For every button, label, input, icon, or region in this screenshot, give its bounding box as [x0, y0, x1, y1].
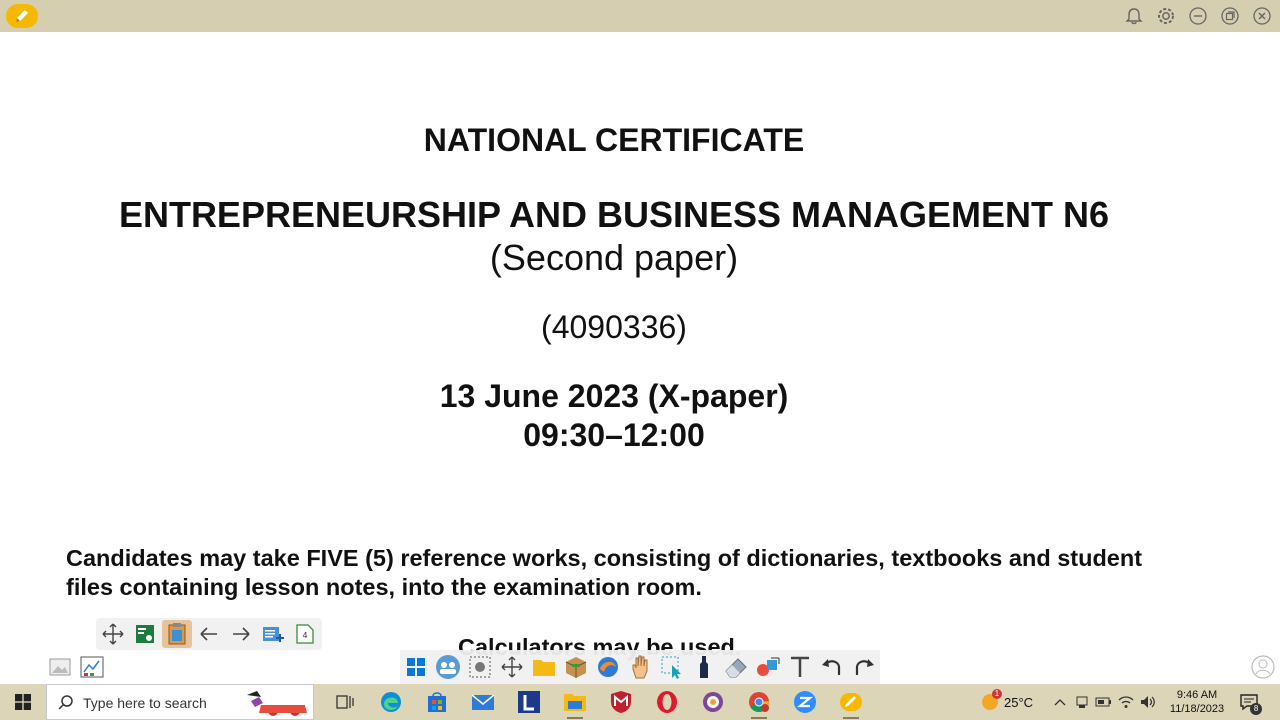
redo-icon[interactable] [848, 651, 880, 683]
taskbar-search-box[interactable]: Type here to search [46, 684, 314, 720]
page-number: 4 [302, 631, 307, 640]
select-icon[interactable] [656, 651, 688, 683]
certificate-heading: NATIONAL CERTIFICATE [423, 122, 805, 158]
paper-label: (Second paper) [489, 237, 739, 278]
chevron-up-icon[interactable] [1049, 684, 1071, 720]
chart-image-icon[interactable] [78, 654, 106, 680]
mcafee-icon[interactable] [598, 684, 644, 720]
store-icon[interactable] [414, 684, 460, 720]
start-button[interactable] [0, 684, 46, 720]
subject-title: ENTREPRENEURSHIP AND BUSINESS MANAGEMENT… [118, 194, 1110, 235]
drawing-toolbar [400, 650, 880, 684]
weather-temperature: 25°C [1004, 694, 1034, 710]
shapes-icon[interactable] [752, 651, 784, 683]
notification-count-badge: 8 [1250, 703, 1263, 715]
notification-center-icon[interactable]: 8 [1231, 684, 1267, 720]
task-view-icon[interactable] [322, 684, 368, 720]
search-highlight-icon [247, 691, 307, 716]
thumbnail-toolbar [46, 654, 106, 680]
zoom-icon[interactable] [782, 684, 828, 720]
text-tool-icon[interactable] [784, 651, 816, 683]
battery-icon[interactable] [1093, 684, 1115, 720]
file-explorer-icon[interactable] [552, 684, 598, 720]
add-page-icon[interactable] [258, 620, 288, 648]
search-placeholder: Type here to search [83, 695, 207, 711]
exam-time: 09:30–12:00 [523, 417, 705, 453]
page-number-icon[interactable]: 4 [290, 620, 320, 648]
pen-app-taskbar-icon[interactable] [828, 684, 874, 720]
floating-page-toolbar: 4 [96, 618, 322, 650]
paper-code: (4090336) [541, 309, 687, 345]
clipboard-icon[interactable] [162, 620, 192, 648]
l-app-icon[interactable] [506, 684, 552, 720]
search-icon [58, 695, 73, 710]
gear-icon[interactable] [1154, 4, 1178, 28]
clock-date: 11/18/2023 [1169, 703, 1225, 715]
restore-icon[interactable] [1218, 4, 1242, 28]
tor-browser-icon[interactable] [690, 684, 736, 720]
arrow-right-icon[interactable] [226, 620, 256, 648]
hand-icon[interactable] [624, 651, 656, 683]
clock-time: 9:46 AM [1176, 689, 1218, 701]
instruction-text: Candidates may take FIVE (5) reference w… [66, 545, 1143, 600]
document-page: NATIONAL CERTIFICATE ENTREPRENEURSHIP AN… [0, 32, 1280, 684]
bell-icon[interactable] [1122, 4, 1146, 28]
windows-start-icon [15, 694, 31, 710]
usb-device-icon[interactable] [1071, 684, 1093, 720]
minimize-icon[interactable] [1186, 4, 1210, 28]
chrome-icon[interactable] [736, 684, 782, 720]
weather-alert-badge: 1 [992, 689, 1002, 699]
close-icon[interactable] [1250, 4, 1274, 28]
people-icon[interactable] [432, 651, 464, 683]
image-icon[interactable] [46, 654, 74, 680]
move-icon[interactable] [98, 620, 128, 648]
user-profile-icon[interactable] [1250, 654, 1276, 680]
volume-icon[interactable] [1137, 684, 1159, 720]
taskbar: Type here to search 1 25°C 9:46 AM 11/18… [0, 684, 1280, 720]
arrow-left-icon[interactable] [194, 620, 224, 648]
board-icon[interactable] [130, 620, 160, 648]
mail-icon[interactable] [460, 684, 506, 720]
pen-app-icon[interactable] [6, 4, 38, 28]
taskbar-clock[interactable]: 9:46 AM 11/18/2023 [1163, 688, 1231, 716]
wifi-icon[interactable] [1115, 684, 1137, 720]
exam-date: 13 June 2023 (X-paper) [439, 378, 789, 414]
undo-icon[interactable] [816, 651, 848, 683]
box-icon[interactable] [560, 651, 592, 683]
eraser-icon[interactable] [720, 651, 752, 683]
windows-logo-icon[interactable] [400, 651, 432, 683]
marker-icon[interactable] [688, 651, 720, 683]
folder-icon[interactable] [528, 651, 560, 683]
browser-icon[interactable] [592, 651, 624, 683]
opera-icon[interactable] [644, 684, 690, 720]
weather-widget[interactable]: 1 25°C [980, 689, 1034, 712]
title-bar [0, 0, 1280, 32]
capture-icon[interactable] [464, 651, 496, 683]
edge-icon[interactable] [368, 684, 414, 720]
move-icon[interactable] [496, 651, 528, 683]
